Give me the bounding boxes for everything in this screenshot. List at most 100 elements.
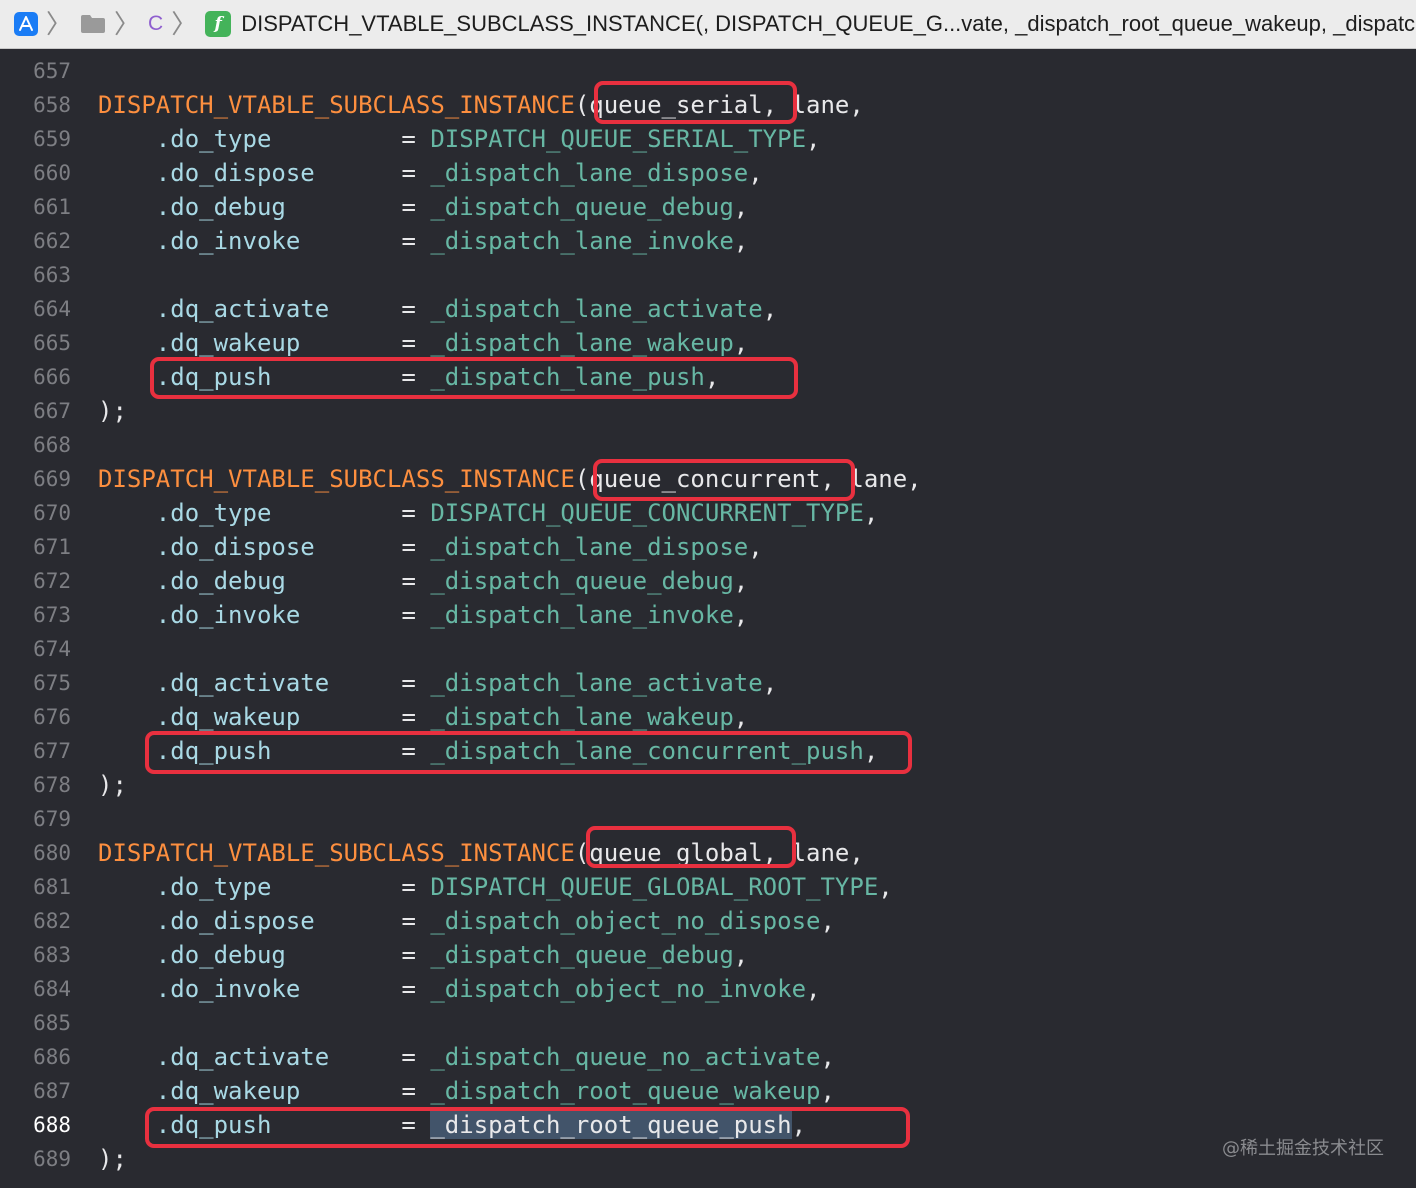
code-text[interactable]: .dq_activate = _dispatch_queue_no_activa… — [98, 1040, 835, 1074]
code-text[interactable]: .do_invoke = _dispatch_lane_invoke, — [98, 598, 748, 632]
highlight-box-serial-dq-push — [150, 357, 798, 399]
code-text[interactable]: .do_invoke = _dispatch_object_no_invoke, — [98, 972, 821, 1006]
line-number: 669 — [33, 467, 71, 491]
code-token: = — [329, 1043, 431, 1071]
code-token: _dispatch_lane_invoke — [430, 227, 734, 255]
breadcrumb-title[interactable]: DISPATCH_VTABLE_SUBCLASS_INSTANCE(, DISP… — [241, 11, 1415, 37]
code-text[interactable]: .do_type = DISPATCH_QUEUE_SERIAL_TYPE, — [98, 122, 821, 156]
line-number: 663 — [33, 263, 71, 287]
xcode-project-icon[interactable] — [14, 12, 38, 36]
code-token: = — [300, 1077, 431, 1105]
code-text[interactable]: .dq_activate = _dispatch_lane_activate, — [98, 666, 777, 700]
line-number: 682 — [33, 909, 71, 933]
code-editor[interactable]: 657 658 DISPATCH_VTABLE_SUBCLASS_INSTANCE(… — [0, 49, 1416, 1188]
code-text[interactable]: ); — [98, 768, 127, 802]
line-number: 685 — [33, 1011, 71, 1035]
c-file-icon[interactable]: C — [148, 12, 163, 36]
code-text[interactable]: .dq_wakeup = _dispatch_lane_wakeup, — [98, 326, 748, 360]
code-line[interactable]: 673 .do_invoke = _dispatch_lane_invoke, — [0, 598, 1416, 632]
code-text[interactable]: .do_dispose = _dispatch_lane_dispose, — [98, 530, 763, 564]
code-line[interactable]: 663 — [0, 258, 1416, 292]
code-line[interactable]: 681 .do_type = DISPATCH_QUEUE_GLOBAL_ROO… — [0, 870, 1416, 904]
line-number: 660 — [33, 161, 71, 185]
line-number: 688 — [33, 1113, 71, 1137]
code-line[interactable]: 672 .do_debug = _dispatch_queue_debug, — [0, 564, 1416, 598]
code-token: .do_type — [155, 499, 272, 527]
code-text[interactable]: .do_debug = _dispatch_queue_debug, — [98, 190, 748, 224]
code-token: _dispatch_object_no_invoke — [430, 975, 807, 1003]
code-token: = — [285, 941, 431, 969]
code-token: .do_debug — [155, 193, 286, 221]
code-line[interactable]: 659 .do_type = DISPATCH_QUEUE_SERIAL_TYP… — [0, 122, 1416, 156]
code-line[interactable]: 682 .do_dispose = _dispatch_object_no_di… — [0, 904, 1416, 938]
code-line[interactable]: 685 — [0, 1006, 1416, 1040]
code-line[interactable]: 674 — [0, 632, 1416, 666]
code-line[interactable]: 675 .dq_activate = _dispatch_lane_activa… — [0, 666, 1416, 700]
folder-icon[interactable] — [80, 14, 106, 34]
function-icon[interactable]: f — [205, 11, 232, 37]
line-number: 687 — [33, 1079, 71, 1103]
code-text[interactable]: .do_type = DISPATCH_QUEUE_GLOBAL_ROOT_TY… — [98, 870, 893, 904]
code-text[interactable]: .do_type = DISPATCH_QUEUE_CONCURRENT_TYP… — [98, 496, 878, 530]
code-text[interactable]: ); — [98, 394, 127, 428]
code-text[interactable]: .do_invoke = _dispatch_lane_invoke, — [98, 224, 748, 258]
code-line[interactable]: 670 .do_type = DISPATCH_QUEUE_CONCURRENT… — [0, 496, 1416, 530]
code-text[interactable]: .dq_wakeup = _dispatch_lane_wakeup, — [98, 700, 748, 734]
code-line[interactable]: 684 .do_invoke = _dispatch_object_no_inv… — [0, 972, 1416, 1006]
code-token: = — [271, 125, 431, 153]
code-line[interactable]: 660 .do_dispose = _dispatch_lane_dispose… — [0, 156, 1416, 190]
code-token: .dq_wakeup — [155, 1077, 301, 1105]
highlight-box-queue-serial — [594, 81, 797, 124]
jump-bar: 〉 〉 C 〉 f DISPATCH_VTABLE_SUBCLASS_INSTA… — [0, 0, 1416, 49]
code-line[interactable]: 662 .do_invoke = _dispatch_lane_invoke, — [0, 224, 1416, 258]
code-token: = — [300, 601, 431, 629]
code-text[interactable]: .do_dispose = _dispatch_object_no_dispos… — [98, 904, 835, 938]
line-number: 676 — [33, 705, 71, 729]
code-line[interactable]: 668 — [0, 428, 1416, 462]
code-token: _dispatch_queue_debug — [430, 941, 734, 969]
code-line[interactable]: 664 .dq_activate = _dispatch_lane_activa… — [0, 292, 1416, 326]
code-token: , — [733, 941, 749, 969]
code-line[interactable]: 683 .do_debug = _dispatch_queue_debug, — [0, 938, 1416, 972]
code-token: , — [748, 533, 763, 561]
code-text[interactable]: .do_debug = _dispatch_queue_debug, — [98, 938, 748, 972]
line-number: 683 — [33, 943, 71, 967]
code-line[interactable]: 661 .do_debug = _dispatch_queue_debug, — [0, 190, 1416, 224]
code-line[interactable]: 667); — [0, 394, 1416, 428]
code-token: = — [314, 907, 431, 935]
code-token: _dispatch_lane_dispose — [430, 533, 749, 561]
code-token: , — [733, 329, 749, 357]
line-number: 661 — [33, 195, 71, 219]
line-number: 678 — [33, 773, 71, 797]
code-token: .do_debug — [155, 567, 286, 595]
code-token: , — [733, 703, 749, 731]
code-line[interactable]: 676 .dq_wakeup = _dispatch_lane_wakeup, — [0, 700, 1416, 734]
code-line[interactable]: 671 .do_dispose = _dispatch_lane_dispose… — [0, 530, 1416, 564]
code-token: .do_dispose — [155, 907, 315, 935]
code-line[interactable]: 687 .dq_wakeup = _dispatch_root_queue_wa… — [0, 1074, 1416, 1108]
line-number: 674 — [33, 637, 71, 661]
code-token: _dispatch_queue_debug — [430, 193, 734, 221]
code-line[interactable]: 686 .dq_activate = _dispatch_queue_no_ac… — [0, 1040, 1416, 1074]
code-text[interactable]: .dq_wakeup = _dispatch_root_queue_wakeup… — [98, 1074, 835, 1108]
code-text[interactable]: ); — [98, 1142, 127, 1176]
code-token: DISPATCH_QUEUE_CONCURRENT_TYPE — [430, 499, 864, 527]
code-text[interactable]: .dq_activate = _dispatch_lane_activate, — [98, 292, 777, 326]
code-line[interactable]: 665 .dq_wakeup = _dispatch_lane_wakeup, — [0, 326, 1416, 360]
line-number: 658 — [33, 93, 71, 117]
code-token: , — [863, 499, 879, 527]
code-text[interactable]: .do_debug = _dispatch_queue_debug, — [98, 564, 748, 598]
code-text[interactable]: .do_dispose = _dispatch_lane_dispose, — [98, 156, 763, 190]
code-token: DISPATCH_VTABLE_SUBCLASS_INSTANCE — [98, 839, 575, 867]
